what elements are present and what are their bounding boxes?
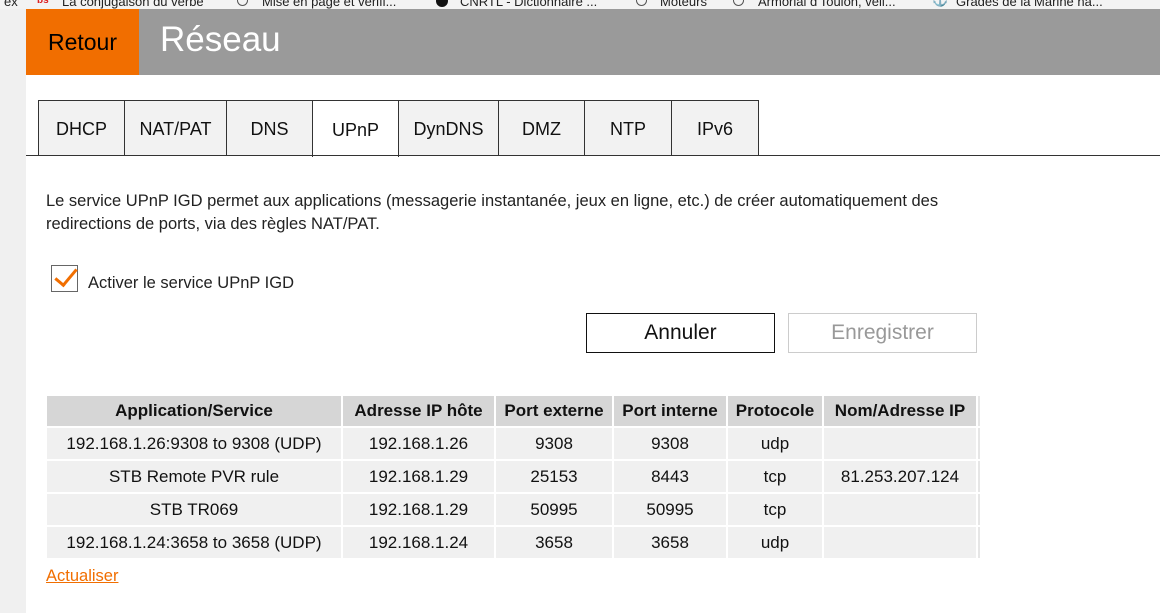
column-header: Port interne <box>612 396 726 426</box>
page-content: Retour Réseau DHCP NAT/PAT DNS UPnP DynD… <box>26 9 1160 613</box>
table-cell: 50995 <box>494 494 612 525</box>
tab-dns[interactable]: DNS <box>226 100 313 155</box>
table-cell: udp <box>726 428 822 459</box>
table-row: STB TR069 192.168.1.29 50995 50995 tcp <box>47 494 980 525</box>
bookmark-item[interactable]: La conjugaison du verbe <box>62 0 204 9</box>
bookmark-item[interactable]: Mise en page et vérifi... <box>262 0 396 9</box>
cnrtl-favicon-icon <box>436 0 448 7</box>
upnp-description: Le service UPnP IGD permet aux applicati… <box>46 192 939 233</box>
bookmark-item[interactable]: CNRTL - Dictionnaire ... <box>460 0 597 9</box>
table-cell: 25153 <box>494 461 612 492</box>
table-cell: 3658 <box>494 527 612 558</box>
table-cell: 81.253.207.124 <box>822 461 976 492</box>
table-cell: tcp <box>726 461 822 492</box>
tab-upnp[interactable]: UPnP <box>312 100 399 157</box>
tab-divider <box>26 155 1160 156</box>
bookmark-item[interactable]: ex <box>4 0 18 9</box>
tab-bar: DHCP NAT/PAT DNS UPnP DynDNS DMZ NTP IPv… <box>38 100 759 157</box>
back-button[interactable]: Retour <box>26 9 139 75</box>
bookmark-item[interactable]: Grades de la Marine na... <box>956 0 1103 9</box>
column-header: Application/Service <box>47 396 341 426</box>
table-edge <box>976 461 980 492</box>
table-cell: 192.168.1.24 <box>341 527 494 558</box>
column-header: Port externe <box>494 396 612 426</box>
table-cell: STB Remote PVR rule <box>47 461 341 492</box>
page-title: Réseau <box>160 20 281 59</box>
globe-icon <box>636 0 647 6</box>
table-cell: 192.168.1.24:3658 to 3658 (UDP) <box>47 527 341 558</box>
table-edge <box>976 527 980 558</box>
table-cell <box>822 428 976 459</box>
refresh-link[interactable]: Actualiser <box>46 567 118 586</box>
table-cell: 192.168.1.29 <box>341 461 494 492</box>
table-cell: 3658 <box>612 527 726 558</box>
tab-dmz[interactable]: DMZ <box>498 100 585 155</box>
table-edge <box>976 494 980 525</box>
table-row: STB Remote PVR rule 192.168.1.29 25153 8… <box>47 461 980 492</box>
cancel-button[interactable]: Annuler <box>586 313 775 353</box>
tab-ipv6[interactable]: IPv6 <box>671 100 759 155</box>
tab-dhcp[interactable]: DHCP <box>38 100 125 155</box>
tab-ntp[interactable]: NTP <box>584 100 672 155</box>
bookmarks-bar: ex bs La conjugaison du verbe Mise en pa… <box>0 0 1160 9</box>
enable-upnp-label: Activer le service UPnP IGD <box>88 274 295 292</box>
page-header: Retour Réseau <box>26 9 1160 75</box>
table-cell <box>822 494 976 525</box>
tab-dyndns[interactable]: DynDNS <box>398 100 499 155</box>
table-header-row: Application/Service Adresse IP hôte Port… <box>47 396 980 426</box>
anchor-icon: ⚓ <box>932 0 948 8</box>
tab-nat-pat[interactable]: NAT/PAT <box>124 100 227 155</box>
globe-icon <box>237 0 248 6</box>
table-cell: tcp <box>726 494 822 525</box>
table-cell <box>822 527 976 558</box>
table-cell: 8443 <box>612 461 726 492</box>
table-cell: 192.168.1.29 <box>341 494 494 525</box>
table-row: 192.168.1.24:3658 to 3658 (UDP) 192.168.… <box>47 527 980 558</box>
upnp-rules-table: Application/Service Adresse IP hôte Port… <box>47 394 980 560</box>
table-cell: 9308 <box>612 428 726 459</box>
column-header: Adresse IP hôte <box>341 396 494 426</box>
globe-icon <box>733 0 744 6</box>
column-header: Protocole <box>726 396 822 426</box>
table-cell: udp <box>726 527 822 558</box>
bookmark-item[interactable]: Armorial d'Toulon, veil... <box>758 0 896 9</box>
table-edge <box>976 396 980 426</box>
bookmark-favicon-icon: bs <box>37 0 49 6</box>
column-header: Nom/Adresse IP <box>822 396 976 426</box>
bookmark-item[interactable]: Moteurs <box>660 0 707 9</box>
table-cell: STB TR069 <box>47 494 341 525</box>
table-cell: 192.168.1.26 <box>341 428 494 459</box>
table-cell: 50995 <box>612 494 726 525</box>
table-edge <box>976 428 980 459</box>
enable-upnp-checkbox[interactable] <box>51 265 78 292</box>
table-row: 192.168.1.26:9308 to 9308 (UDP) 192.168.… <box>47 428 980 459</box>
enable-upnp-row: Activer le service UPnP IGD <box>51 264 294 293</box>
table-cell: 9308 <box>494 428 612 459</box>
table-cell: 192.168.1.26:9308 to 9308 (UDP) <box>47 428 341 459</box>
save-button[interactable]: Enregistrer <box>788 313 977 353</box>
